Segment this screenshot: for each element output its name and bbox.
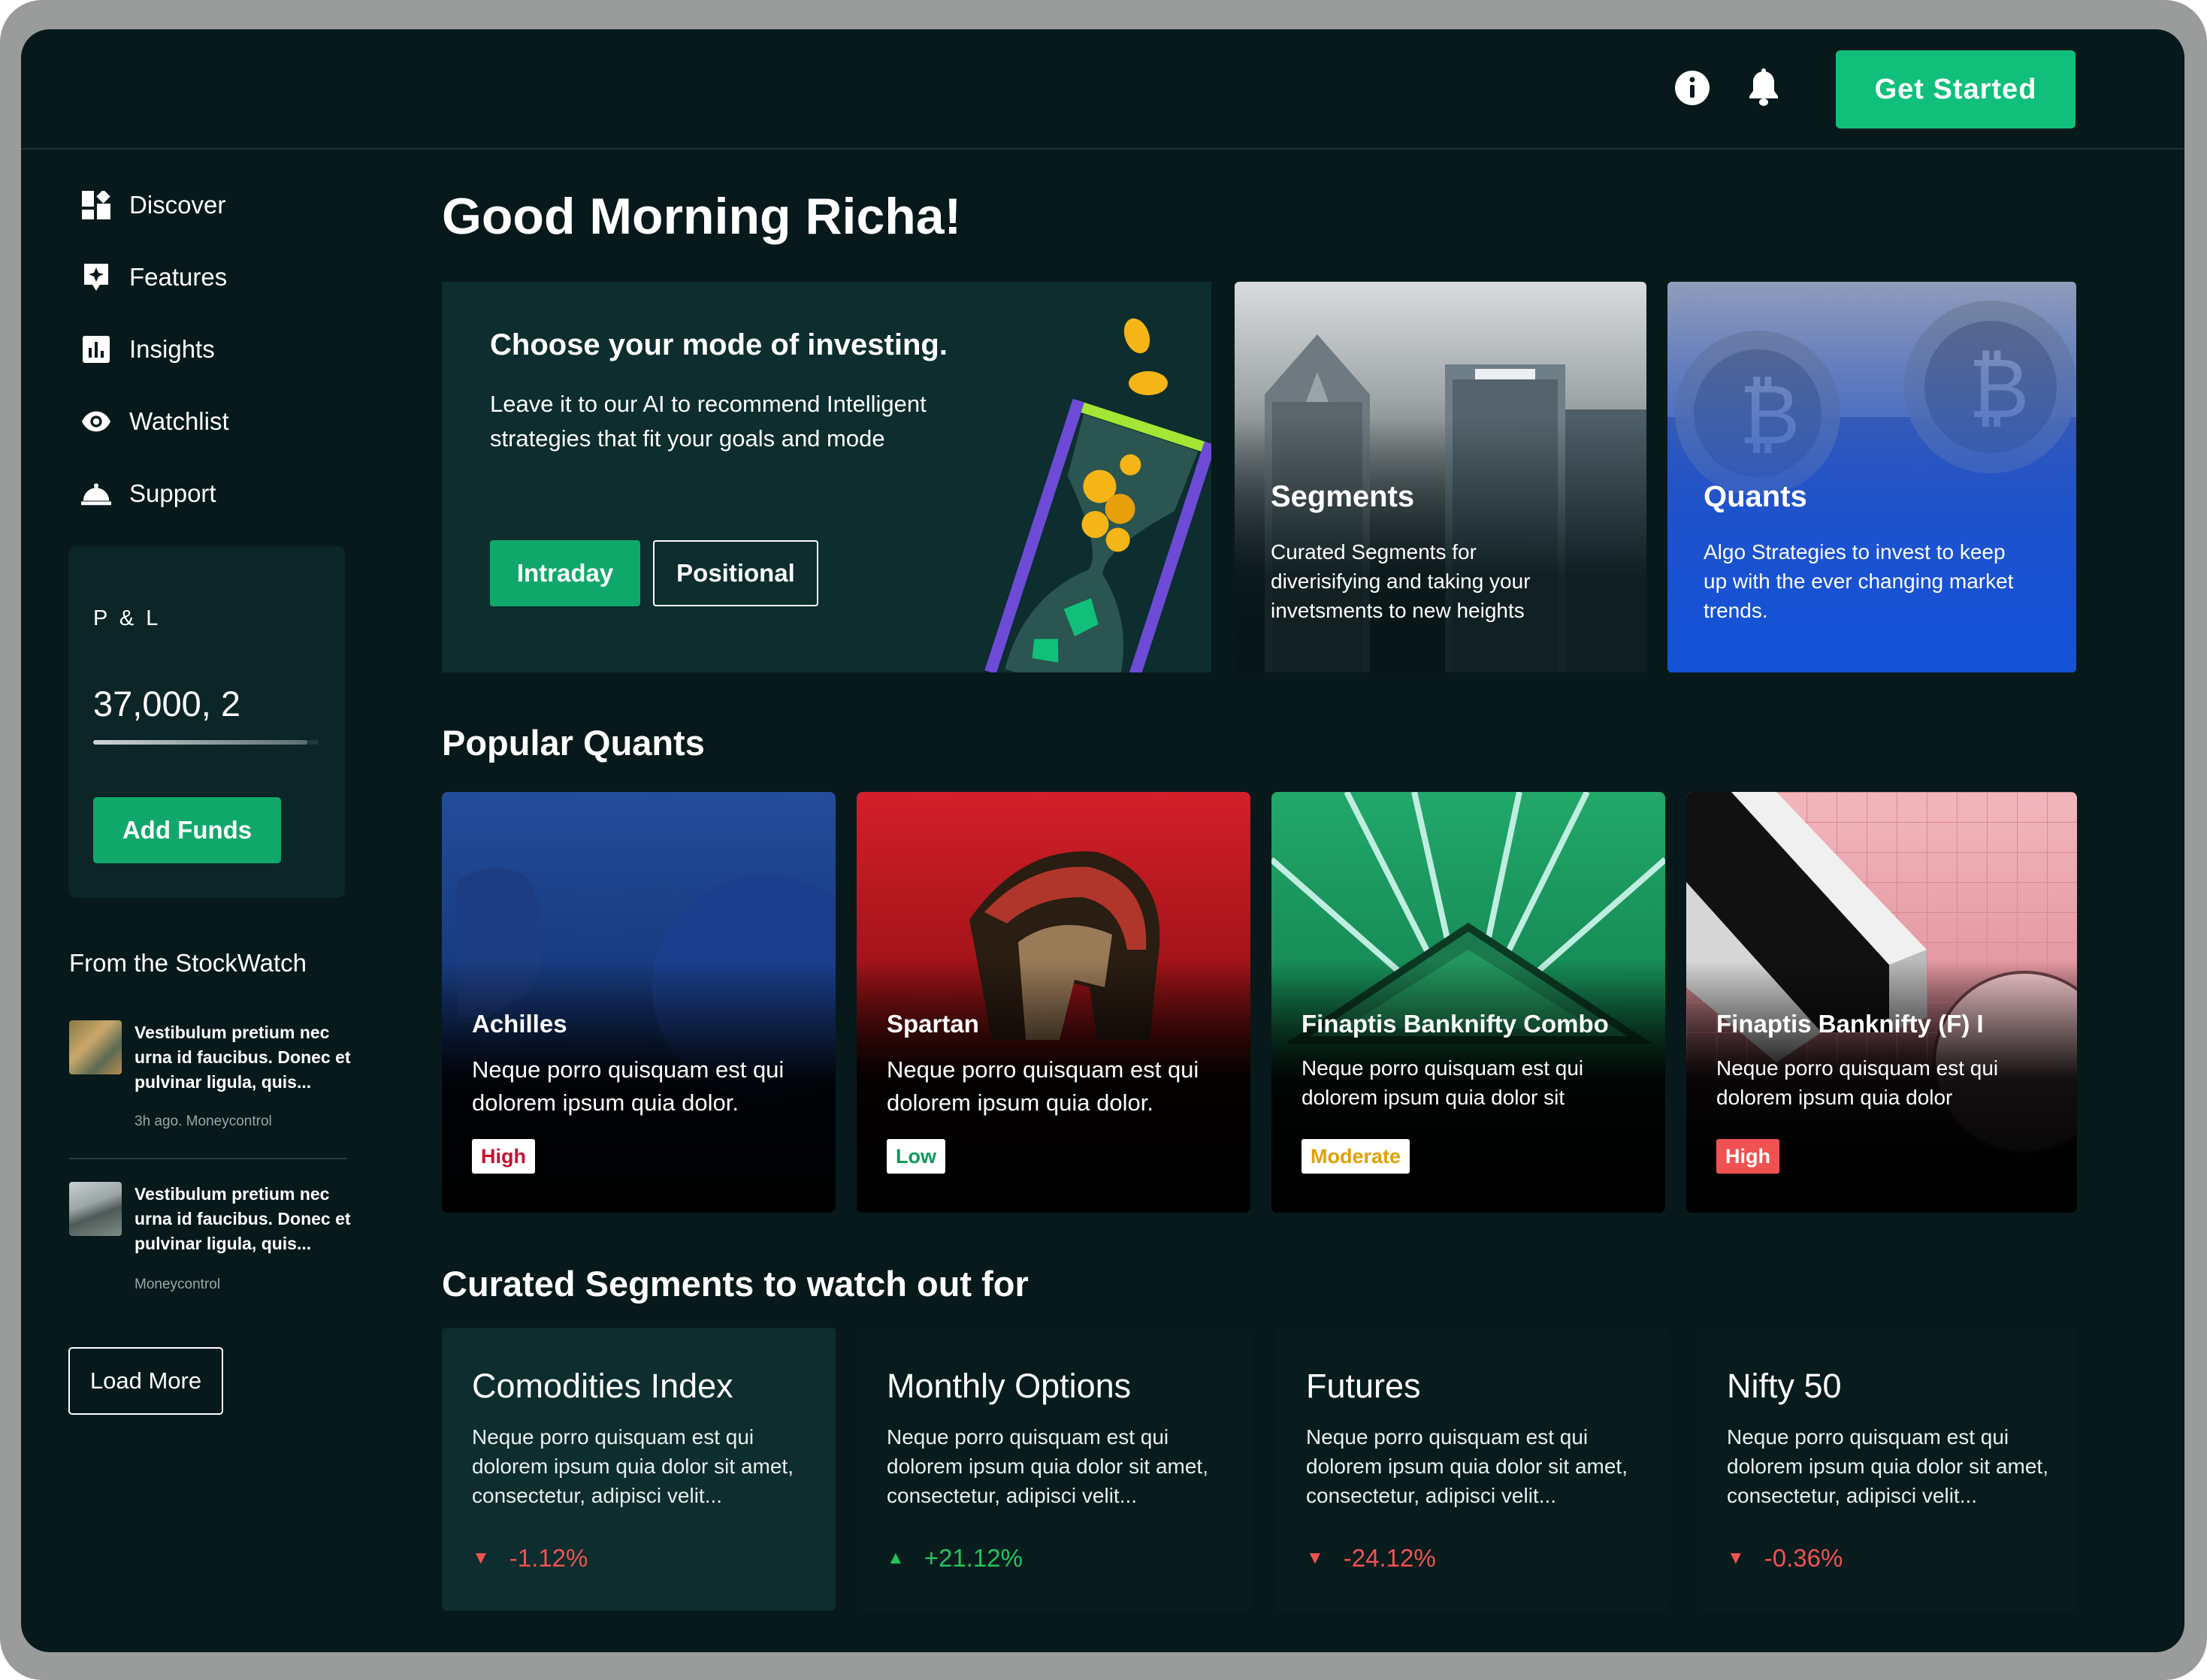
quant-name: Finaptis Banknifty Combo <box>1302 1010 1609 1038</box>
get-started-button[interactable]: Get Started <box>1836 50 2075 128</box>
segment-change: ▼ -24.12% <box>1306 1544 1436 1573</box>
quant-description: Neque porro quisquam est qui dolorem ips… <box>1302 1056 1584 1109</box>
sidebar-item-features[interactable]: Features <box>81 256 227 298</box>
eye-icon <box>81 406 111 437</box>
bell-icon[interactable] <box>1743 67 1785 109</box>
quant-name: Achilles <box>472 1010 567 1038</box>
load-more-button[interactable]: Load More <box>68 1347 223 1415</box>
news-meta: 3h ago. Moneycontrol <box>135 1113 272 1129</box>
pnl-value: 37,000, 2 <box>93 684 241 724</box>
segment-change: ▼ -1.12% <box>472 1544 588 1573</box>
pnl-label: P & L <box>93 606 162 630</box>
sidebar-item-label: Watchlist <box>129 407 229 435</box>
news-headline: Vestibulum pretium nec urna id faucibus.… <box>135 1184 351 1253</box>
top-bar: Get Started <box>21 29 2184 150</box>
sidebar-item-label: Insights <box>129 335 215 363</box>
news-headline: Vestibulum pretium nec urna id faucibus.… <box>135 1023 351 1092</box>
bell-support-icon <box>81 479 111 509</box>
sidebar-item-label: Support <box>129 479 216 507</box>
segment-name: Nifty 50 <box>1727 1367 1842 1405</box>
segment-change-value: -1.12% <box>509 1544 588 1572</box>
investing-mode-card: Choose your mode of investing. Leave it … <box>442 282 1211 672</box>
down-arrow-icon: ▼ <box>1306 1548 1324 1568</box>
segment-card-futures[interactable]: Futures Neque porro quisquam est qui dol… <box>1276 1328 1670 1611</box>
pnl-progress-fill <box>93 740 307 745</box>
segment-name: Comodities Index <box>472 1367 733 1405</box>
segment-change-value: -24.12% <box>1343 1544 1436 1572</box>
segment-card-nifty-50[interactable]: Nifty 50 Neque porro quisquam est qui do… <box>1697 1328 2077 1611</box>
news-thumbnail <box>69 1182 122 1236</box>
segment-description: Neque porro quisquam est qui dolorem ips… <box>472 1425 794 1507</box>
quant-description: Neque porro quisquam est qui dolorem ips… <box>887 1056 1199 1116</box>
sidebar-item-label: Discover <box>129 191 226 219</box>
page-title: Good Morning Richa! <box>442 188 962 245</box>
quant-name: Finaptis Banknifty (F) I <box>1716 1010 1984 1038</box>
quant-description: Neque porro quisquam est qui dolorem ips… <box>1716 1056 1999 1109</box>
quant-card-finaptis-banknifty-f[interactable]: Finaptis Banknifty (F) I Neque porro qui… <box>1686 792 2077 1213</box>
quant-name: Spartan <box>887 1010 979 1038</box>
sidebar-item-discover[interactable]: Discover <box>81 184 225 226</box>
segment-card-comodities-index[interactable]: Comodities Index Neque porro quisquam es… <box>442 1328 836 1611</box>
segments-feature-card[interactable]: Segments Curated Segments for diverisify… <box>1235 282 1646 672</box>
segment-change: ▲ +21.12% <box>887 1544 1023 1573</box>
quant-card-spartan[interactable]: Spartan Neque porro quisquam est qui dol… <box>857 792 1250 1213</box>
down-arrow-icon: ▼ <box>1727 1548 1745 1568</box>
bar-chart-icon <box>81 334 111 364</box>
grid-icon <box>81 190 111 220</box>
app-screen: Get Started Discover Features Insights W… <box>21 29 2184 1652</box>
investing-mode-description: Leave it to our AI to recommend Intellig… <box>490 391 927 452</box>
down-arrow-icon: ▼ <box>472 1548 490 1568</box>
feature-title: Quants <box>1704 480 1807 513</box>
sidebar-item-label: Features <box>129 263 228 291</box>
segment-name: Futures <box>1306 1367 1421 1405</box>
quants-feature-card[interactable]: ₿ ₿ Quants Algo Strategies to invest to … <box>1667 282 2076 672</box>
segment-name: Monthly Options <box>887 1367 1132 1405</box>
risk-badge: Low <box>887 1139 945 1174</box>
feature-description: Curated Segments for diverisifying and t… <box>1271 540 1531 622</box>
quant-description: Neque porro quisquam est qui dolorem ips… <box>472 1056 785 1116</box>
device-frame: Get Started Discover Features Insights W… <box>0 0 2207 1680</box>
positional-button[interactable]: Positional <box>653 540 818 606</box>
segment-change: ▼ -0.36% <box>1727 1544 1843 1573</box>
investing-mode-title: Choose your mode of investing. <box>490 328 948 361</box>
news-meta: Moneycontrol <box>135 1277 221 1292</box>
up-arrow-icon: ▲ <box>887 1548 905 1568</box>
news-item[interactable]: Vestibulum pretium nec urna id faucibus.… <box>69 1020 355 1171</box>
info-icon[interactable] <box>1671 67 1713 109</box>
quant-card-finaptis-banknifty-combo[interactable]: Finaptis Banknifty Combo Neque porro qui… <box>1271 792 1665 1213</box>
risk-badge: High <box>472 1139 535 1174</box>
news-item[interactable]: Vestibulum pretium nec urna id faucibus.… <box>69 1182 355 1332</box>
section-title-popular-quants: Popular Quants <box>442 723 705 763</box>
intraday-button[interactable]: Intraday <box>490 540 640 606</box>
feature-description: Algo Strategies to invest to keep up wit… <box>1704 540 2014 622</box>
quant-card-achilles[interactable]: Achilles Neque porro quisquam est qui do… <box>442 792 836 1213</box>
sidebar-item-insights[interactable]: Insights <box>81 328 215 370</box>
risk-badge: Moderate <box>1302 1139 1410 1174</box>
feature-title: Segments <box>1271 480 1415 513</box>
risk-badge: High <box>1716 1139 1779 1174</box>
sparkle-icon <box>81 262 111 292</box>
sidebar-item-support[interactable]: Support <box>81 473 216 515</box>
segment-change-value: -0.36% <box>1764 1544 1843 1572</box>
segment-description: Neque porro quisquam est qui dolorem ips… <box>1306 1425 1628 1507</box>
segment-card-monthly-options[interactable]: Monthly Options Neque porro quisquam est… <box>857 1328 1250 1611</box>
segment-description: Neque porro quisquam est qui dolorem ips… <box>887 1425 1208 1507</box>
add-funds-button[interactable]: Add Funds <box>93 797 281 863</box>
segment-change-value: +21.12% <box>924 1544 1023 1572</box>
pnl-progress-bar <box>93 740 319 745</box>
news-section-title: From the StockWatch <box>69 949 307 977</box>
segment-description: Neque porro quisquam est qui dolorem ips… <box>1727 1425 2048 1507</box>
pnl-card: P & L 37,000, 2 Add Funds <box>68 546 345 898</box>
news-divider <box>69 1158 347 1159</box>
news-thumbnail <box>69 1020 122 1074</box>
section-title-curated-segments: Curated Segments to watch out for <box>442 1264 1029 1304</box>
hourglass-coins-illustration <box>984 318 1211 672</box>
sidebar-item-watchlist[interactable]: Watchlist <box>81 400 229 443</box>
